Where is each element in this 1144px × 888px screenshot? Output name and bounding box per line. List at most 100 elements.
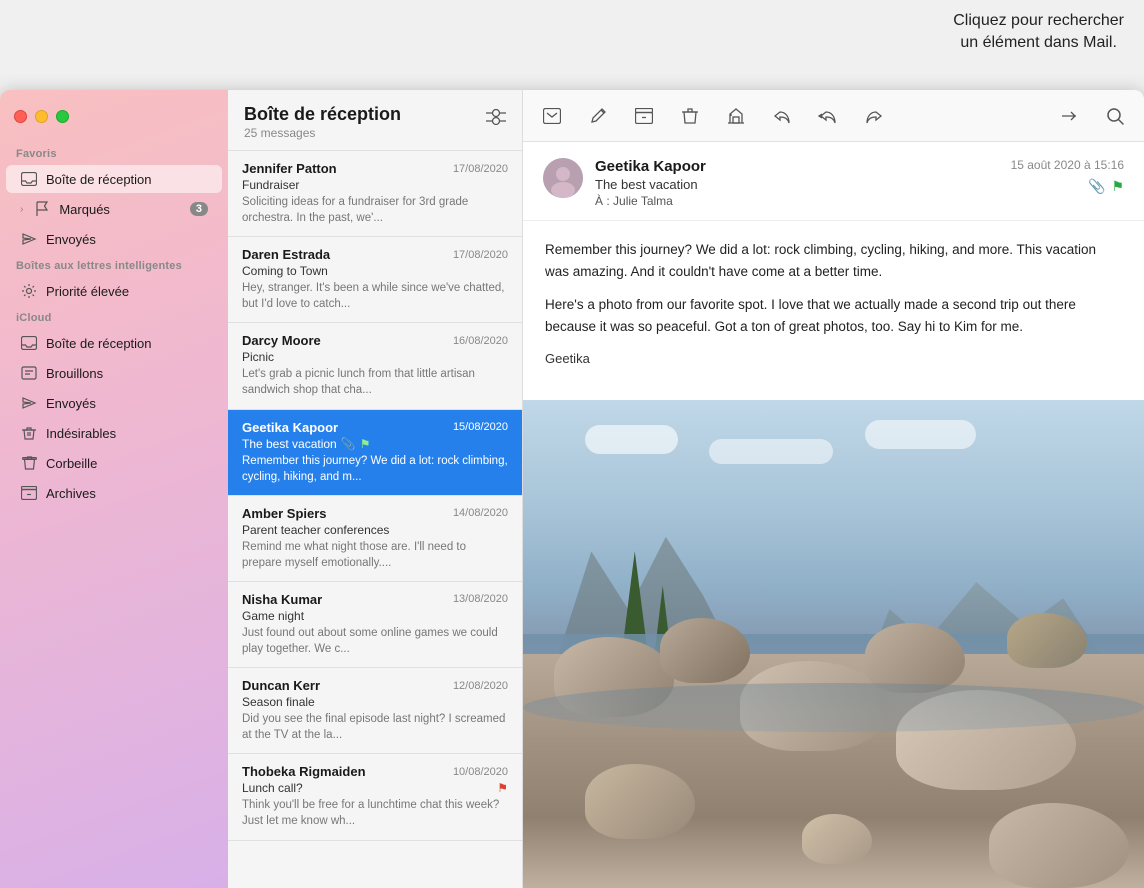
message-item[interactable]: Thobeka Rigmaiden 10/08/2020 Lunch call?… [228,754,522,840]
message-date: 17/08/2020 [453,249,508,261]
sidebar-item-icloud-inbox[interactable]: Boîte de réception [6,329,222,357]
message-preview: Remember this journey? We did a lot: roc… [242,453,508,485]
email-photo [523,400,1144,888]
junk-icon [20,424,38,442]
message-item[interactable]: Jennifer Patton 17/08/2020 Fundraiser So… [228,151,522,237]
rock [660,618,750,683]
sent-icon [20,230,38,248]
sidebar-item-drafts[interactable]: Brouillons [6,359,222,387]
sidebar-item-label: Boîte de réception [46,172,208,187]
sidebar-item-label: Archives [46,486,208,501]
email-to-line: À : Julie Talma [595,194,999,208]
email-meta: Geetika Kapoor The best vacation À : Jul… [595,158,999,208]
flag-indicator: ⚑ [1111,178,1124,195]
flag-green-icon: ⚑ [360,437,371,451]
message-item[interactable]: Amber Spiers 14/08/2020 Parent teacher c… [228,496,522,582]
message-list: Boîte de réception 25 messages Jennifer … [228,90,523,888]
email-detail: Geetika Kapoor The best vacation À : Jul… [523,90,1144,888]
message-list-header: Boîte de réception 25 messages [228,90,522,151]
sidebar-item-icloud-sent[interactable]: Envoyés [6,389,222,417]
message-item[interactable]: Nisha Kumar 13/08/2020 Game night Just f… [228,582,522,668]
tooltip-line2: un élément dans Mail. [960,34,1117,51]
gear-icon [20,282,38,300]
message-subject: Season finale [242,695,315,709]
sidebar-item-archives[interactable]: Archives [6,479,222,507]
sender-name: Geetika Kapoor [242,420,338,435]
message-subject: Picnic [242,350,274,364]
sidebar-item-trash[interactable]: Corbeille [6,449,222,477]
titlebar [0,90,228,142]
reply-all-button[interactable] [815,103,841,129]
message-date: 14/08/2020 [453,507,508,519]
sidebar-item-marked-fav[interactable]: › Marqués 3 [6,195,222,223]
message-item[interactable]: Daren Estrada 17/08/2020 Coming to Town … [228,237,522,323]
message-preview: Hey, stranger. It's been a while since w… [242,280,508,312]
inbox-icon [20,334,38,352]
message-preview: Remind me what night those are. I'll nee… [242,539,508,571]
sidebar-item-priority[interactable]: Priorité élevée [6,277,222,305]
archive-button[interactable] [631,103,657,129]
message-date: 13/08/2020 [453,593,508,605]
inbox-icon [20,170,38,188]
tooltip-line1: Cliquez pour rechercher [953,12,1124,29]
more-button[interactable] [1056,103,1082,129]
rock [1007,613,1087,668]
message-date: 17/08/2020 [453,163,508,175]
message-preview: Soliciting ideas for a fundraiser for 3r… [242,194,508,226]
inbox-count: 25 messages [244,126,401,140]
email-header-right: 15 août 2020 à 15:16 📎 ⚑ [1011,158,1124,195]
toolbar [523,90,1144,142]
to-name: Julie Talma [613,194,673,208]
maximize-button[interactable] [56,110,69,123]
cloud [585,425,678,454]
sender-name: Daren Estrada [242,247,330,262]
message-item[interactable]: Duncan Kerr 12/08/2020 Season finale Did… [228,668,522,754]
body-paragraph-1: Remember this journey? We did a lot: roc… [545,239,1122,282]
email-date: 15 août 2020 à 15:16 [1011,158,1124,172]
sidebar-item-label: Marqués [59,202,182,217]
forward-button[interactable] [861,103,887,129]
to-label: À : [595,194,610,208]
message-item-selected[interactable]: Geetika Kapoor 15/08/2020 The best vacat… [228,410,522,496]
search-button[interactable] [1102,103,1128,129]
sidebar-item-inbox-fav[interactable]: Boîte de réception [6,165,222,193]
delete-button[interactable] [677,103,703,129]
attachment-icon: 📎 [341,437,356,451]
reply-button[interactable] [769,103,795,129]
message-preview: Let's grab a picnic lunch from that litt… [242,366,508,398]
body-paragraph-2: Here's a photo from our favorite spot. I… [545,294,1122,337]
attachment-indicator: 📎 [1088,178,1105,195]
trash-icon [20,454,38,472]
junk-button[interactable] [723,103,749,129]
sidebar-item-junk[interactable]: Indésirables [6,419,222,447]
compose-button[interactable] [539,103,565,129]
sidebar-item-label: Envoyés [46,232,208,247]
message-item[interactable]: Darcy Moore 16/08/2020 Picnic Let's grab… [228,323,522,409]
cloud [709,439,833,463]
sidebar-item-label: Priorité élevée [46,284,208,299]
new-compose-button[interactable] [585,103,611,129]
sender-name: Darcy Moore [242,333,321,348]
sidebar: Favoris Boîte de réception › Marqués 3 [0,90,228,888]
sender-name: Nisha Kumar [242,592,322,607]
message-subject: Lunch call? [242,781,303,795]
sender-name: Amber Spiers [242,506,327,521]
message-subject: The best vacation [242,437,337,451]
section-label-favoris: Favoris [0,142,228,164]
filter-button[interactable] [486,108,506,131]
section-label-icloud: iCloud [0,306,228,328]
email-body: Remember this journey? We did a lot: roc… [523,221,1144,400]
sender-name: Thobeka Rigmaiden [242,764,366,779]
flag-icon [33,200,51,218]
message-date: 15/08/2020 [453,421,508,433]
inbox-title: Boîte de réception [244,104,401,125]
email-subject: The best vacation [595,177,999,192]
sender-name: Jennifer Patton [242,161,337,176]
close-button[interactable] [14,110,27,123]
message-subject: Fundraiser [242,178,299,192]
message-subject: Parent teacher conferences [242,523,389,537]
flag-red-icon: ⚑ [497,781,508,795]
message-date: 12/08/2020 [453,680,508,692]
sidebar-item-sent-fav[interactable]: Envoyés [6,225,222,253]
minimize-button[interactable] [35,110,48,123]
